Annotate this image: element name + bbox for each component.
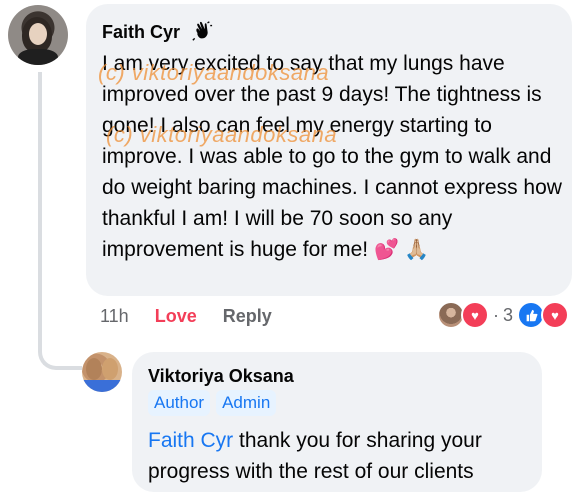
comment-bubble: Faith Cyr I am very excited to say that …: [86, 4, 572, 296]
reply-text: Faith Cyr thank you for sharing your pro…: [148, 425, 528, 487]
reply-bubble: Viktoriya Oksana Author Admin Faith Cyr …: [132, 352, 542, 492]
reply-button[interactable]: Reply: [223, 306, 272, 327]
comment-author[interactable]: Faith Cyr: [102, 22, 180, 43]
waving-hand-icon[interactable]: [190, 20, 214, 44]
reaction-count: 3: [503, 304, 514, 325]
mention-link[interactable]: Faith Cyr: [148, 429, 233, 452]
comment-header: Faith Cyr: [102, 20, 214, 44]
admin-badge: Admin: [216, 390, 277, 416]
badges: Author Admin: [148, 390, 277, 416]
avatar[interactable]: [8, 5, 68, 65]
comment-body: I am very excited to say that my lungs h…: [102, 52, 562, 261]
love-button[interactable]: Love: [155, 306, 197, 327]
emoji: 💕 🙏🏼: [373, 239, 430, 261]
comment-actions: 11h Love Reply: [100, 306, 272, 327]
timestamp[interactable]: 11h: [100, 306, 129, 327]
thread-line: [38, 72, 42, 352]
separator: ·: [493, 304, 499, 325]
avatar[interactable]: [82, 352, 122, 392]
comment-text: I am very excited to say that my lungs h…: [102, 48, 562, 266]
reactions-summary[interactable]: ♥ · 3 ♥: [437, 300, 570, 330]
thread-connector: [38, 348, 82, 370]
author-badge: Author: [148, 390, 211, 416]
love-reaction-icon: ♥: [461, 301, 489, 329]
reply-author[interactable]: Viktoriya Oksana: [148, 366, 294, 387]
love-reaction-icon: ♥: [541, 301, 570, 329]
